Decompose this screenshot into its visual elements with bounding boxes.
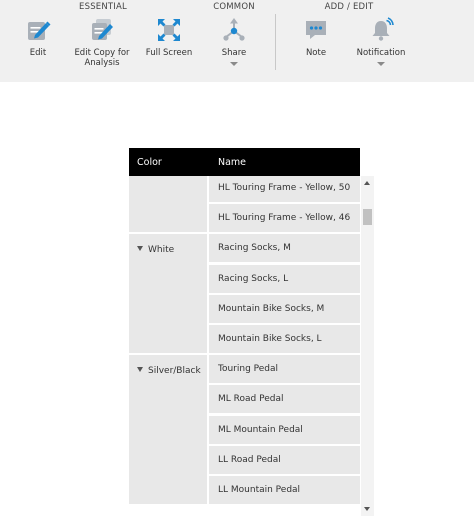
share-label: Share — [221, 48, 247, 58]
product-name: Racing Socks, M — [218, 243, 291, 254]
share-icon — [220, 16, 248, 44]
notification-label: Notification — [356, 48, 406, 58]
product-name: LL Mountain Pedal — [218, 485, 301, 495]
group-toggle[interactable]: Silver/Black — [137, 366, 201, 376]
product-name: HL Touring Frame - Yellow, 46 — [218, 213, 351, 224]
note-button[interactable]: Note — [296, 14, 336, 76]
product-name: LL Road Pedal — [218, 454, 281, 465]
notification-dropdown-caret-icon[interactable] — [377, 62, 385, 66]
table-row[interactable]: Racing Socks, L — [209, 264, 360, 295]
group-label-common: COMMON — [213, 2, 255, 12]
vertical-scrollbar[interactable] — [361, 176, 374, 516]
table-row[interactable]: Racing Socks, M — [209, 234, 360, 265]
group-color-cell — [129, 176, 209, 235]
group-color-cell: White — [129, 234, 209, 356]
product-name: ML Road Pedal — [218, 394, 284, 405]
table-row[interactable]: Mountain Bike Socks, M — [209, 294, 360, 325]
table-header: Color Name — [129, 148, 360, 176]
table-row[interactable]: ML Mountain Pedal — [209, 415, 360, 446]
scroll-down-arrow-icon[interactable] — [364, 507, 370, 511]
product-name: Touring Pedal — [218, 364, 279, 375]
product-name: Mountain Bike Socks, M — [218, 303, 325, 314]
full-screen-icon — [155, 16, 183, 44]
product-name: Racing Socks, L — [218, 273, 289, 284]
edit-icon — [24, 16, 52, 44]
table-row[interactable]: HL Touring Frame - Yellow, 46 — [209, 204, 360, 235]
share-button[interactable]: Share — [214, 14, 254, 76]
full-screen-label: Full Screen — [145, 48, 193, 58]
edit-label: Edit — [29, 48, 47, 58]
share-dropdown-caret-icon[interactable] — [230, 62, 238, 66]
data-table: Color Name HL Touring Frame - Yellow, 50… — [129, 148, 374, 516]
note-label: Note — [305, 48, 327, 58]
notification-button[interactable]: Notification — [353, 14, 409, 76]
group-label-essential: ESSENTIAL — [79, 2, 127, 12]
table-row[interactable]: LL Road Pedal — [209, 445, 360, 476]
group-color-label: White — [148, 245, 175, 256]
column-header-color[interactable]: Color — [137, 157, 162, 168]
product-name: Mountain Bike Socks, L — [218, 334, 322, 344]
group-toggle[interactable]: White — [137, 245, 174, 255]
edit-button[interactable]: Edit — [18, 14, 58, 76]
collapse-triangle-icon[interactable] — [137, 367, 143, 373]
note-icon — [302, 16, 330, 44]
toolbar-separator — [275, 14, 276, 70]
group-color-label: Silver/Black — [148, 366, 201, 377]
group-label-add-edit: ADD / EDIT — [324, 2, 374, 12]
table-body: HL Touring Frame - Yellow, 50 HL Touring … — [129, 176, 360, 516]
edit-copy-for-analysis-button[interactable]: Edit Copy for Analysis — [72, 14, 132, 76]
table-row[interactable]: Mountain Bike Socks, L — [209, 325, 360, 355]
product-name: ML Mountain Pedal — [218, 424, 303, 435]
scroll-up-arrow-icon[interactable] — [364, 181, 370, 185]
product-name: HL Touring Frame - Yellow, 50 — [218, 183, 351, 193]
bell-icon — [367, 16, 395, 44]
edit-copy-label: Edit Copy for Analysis — [74, 48, 129, 68]
group-color-cell: Silver/Black — [129, 355, 209, 507]
collapse-triangle-icon[interactable] — [137, 246, 143, 252]
table-row[interactable]: ML Road Pedal — [209, 385, 360, 416]
table-row[interactable]: HL Touring Frame - Yellow, 50 — [209, 176, 360, 204]
edit-copy-label-line2: Analysis — [84, 58, 120, 68]
table-row[interactable]: LL Mountain Pedal — [209, 476, 360, 506]
edit-copy-icon — [88, 16, 116, 44]
toolbar: ESSENTIAL COMMON ADD / EDIT Edit Edit Co… — [0, 0, 474, 82]
table-row[interactable]: Touring Pedal — [209, 355, 360, 386]
full-screen-button[interactable]: Full Screen — [143, 14, 195, 76]
scrollbar-thumb[interactable] — [363, 209, 372, 225]
column-header-name[interactable]: Name — [218, 157, 246, 168]
edit-copy-label-line1: Edit Copy for — [74, 48, 130, 58]
